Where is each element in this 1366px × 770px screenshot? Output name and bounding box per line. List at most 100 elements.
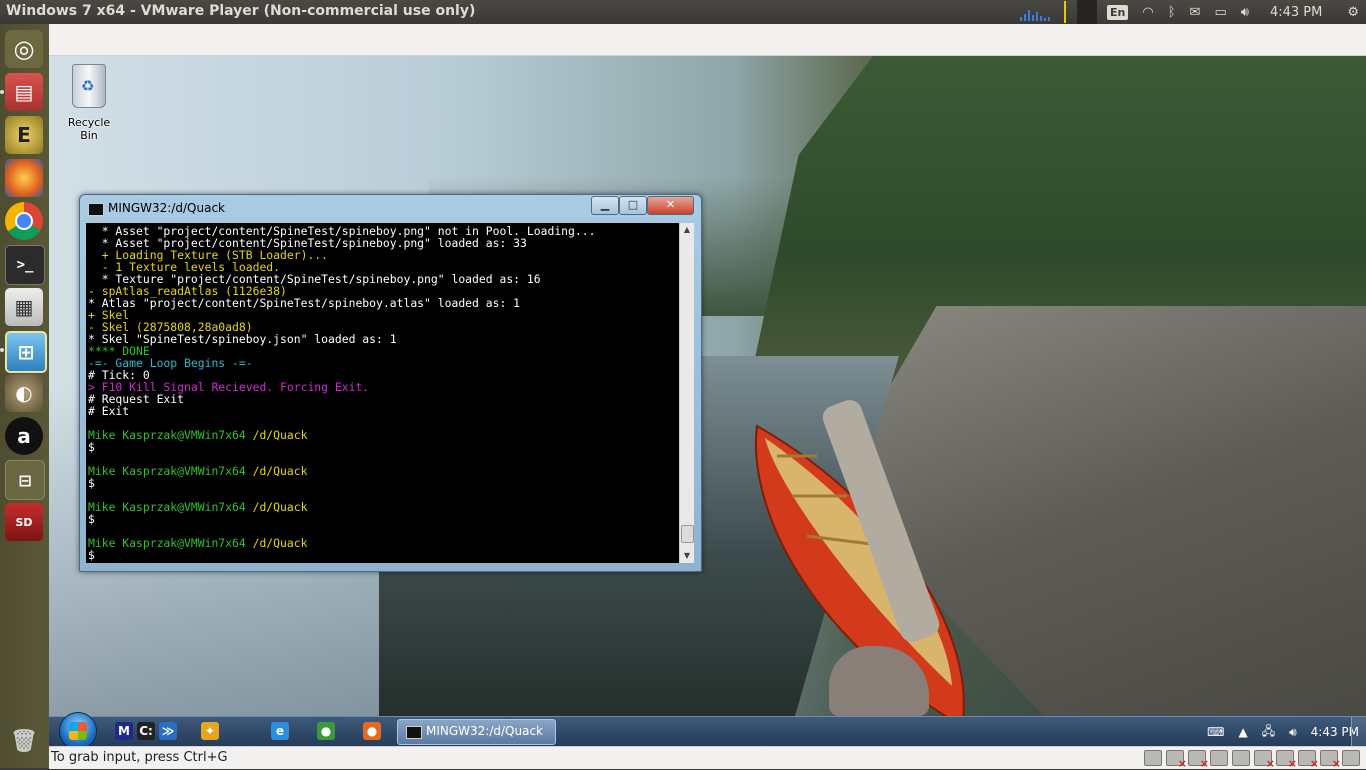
indicator-area: En ◠ ᛒ ✉ ▭ 🔊︎ 4:43 PM ⚙ [1016, 0, 1366, 24]
recycle-bin-label: Recycle Bin [67, 116, 111, 142]
device-icons [1140, 750, 1360, 770]
terminal-window[interactable]: MINGW32:/d/Quack ▁ □ ✕ * Asset "project/… [79, 194, 702, 572]
network-adapter-icon[interactable] [1232, 750, 1250, 766]
chrome-icon [15, 212, 33, 230]
terminal-line: Mike Kasprzak@VMWin7x64 /d/Quack [88, 501, 679, 513]
close-icon: ✕ [665, 198, 676, 211]
launcher-chrome[interactable] [5, 202, 43, 240]
running-pip [0, 348, 4, 352]
grab-input-hint: To grab input, press Ctrl+G [51, 750, 228, 765]
mail-e-icon: E [17, 123, 31, 147]
terminal-line: Mike Kasprzak@VMWin7x64 /d/Quack [88, 537, 679, 549]
terminal-line: $ [88, 548, 95, 562]
terminal-lines: * Asset "project/content/SpineTest/spine… [86, 223, 679, 561]
power-gear-icon[interactable]: ⚙ [1347, 5, 1359, 20]
usb-device-icon[interactable] [1298, 750, 1319, 770]
terminal-icon: >_ [16, 257, 34, 273]
launcher-workspaces[interactable]: ⊟ [5, 460, 45, 500]
network-icon[interactable]: 🖧 [1262, 722, 1275, 743]
launcher-terminal[interactable]: >_ [5, 245, 45, 285]
launcher-files[interactable]: ▤ [5, 73, 43, 111]
top-panel: Windows 7 x64 - VMware Player (Non-comme… [0, 0, 1366, 24]
mail-icon[interactable]: ✉ [1190, 5, 1201, 20]
window-title: Windows 7 x64 - VMware Player (Non-comme… [6, 3, 476, 19]
usb-device-icon[interactable] [1320, 750, 1341, 770]
scroll-up-icon[interactable]: ▲ [680, 223, 694, 237]
terminal-scrollbar[interactable]: ▲ ▼ [679, 223, 694, 563]
usb-device-icon[interactable] [1276, 750, 1297, 770]
settings-icon[interactable]: ✦ [201, 722, 219, 740]
launcher-sd-card[interactable]: SD [5, 503, 43, 541]
bluetooth-icon[interactable]: ᛒ [1168, 5, 1176, 20]
minimize-button[interactable]: ▁ [591, 196, 619, 215]
terminal-line: Mike Kasprzak@VMWin7x64 /d/Quack [88, 465, 679, 477]
system-tray: ⌨ ▲ 🖧 🔊︎ 4:43 PM [1200, 717, 1366, 747]
launcher-audacity[interactable]: a [5, 417, 43, 455]
prompt-path: /d/Quack [252, 536, 308, 550]
hard-disk-icon[interactable] [1144, 750, 1162, 766]
terminal-line: # Request Exit [88, 392, 185, 406]
terminal-line: $ [88, 476, 95, 490]
mingw-m-icon[interactable]: M [115, 722, 133, 740]
dash-home-button[interactable]: ◎ [5, 30, 43, 68]
recycle-bin-shortcut[interactable]: Recycle Bin [59, 64, 119, 142]
terminal-title: MINGW32:/d/Quack [108, 201, 225, 215]
terminal-line: * Skel "SpineTest/spineboy.json" loaded … [88, 332, 397, 346]
launcher: ◎ ▤ E >_ ▦ ⊞ ◐ a ⊟ SD 🗑︎ [0, 24, 50, 768]
terminal-line: Mike Kasprzak@VMWin7x64 /d/Quack [88, 429, 679, 441]
chrome-icon[interactable]: ● [317, 722, 335, 740]
launcher-vmware[interactable]: ⊞ [5, 331, 47, 373]
floppy-icon[interactable] [1188, 750, 1209, 770]
powershell-icon[interactable]: ≫ [159, 722, 177, 740]
trash-icon: 🗑︎ [10, 728, 38, 754]
windows-taskbar: M C: ≫ ✦ e ● ● MINGW32:/d/Quack ⌨ ▲ 🖧 🔊︎ 4:43 … [49, 712, 1366, 750]
scroll-thumb[interactable] [681, 525, 694, 543]
taskbar-item-terminal[interactable]: MINGW32:/d/Quack [397, 719, 556, 745]
terminal-line: -=- Game Loop Begins -=- [88, 356, 253, 370]
running-pip [0, 90, 4, 94]
launcher-mail[interactable]: E [5, 116, 43, 154]
vmware-window-frame [49, 24, 1366, 56]
system-load-graph[interactable] [1016, 3, 1056, 21]
keyboard-layout-indicator[interactable]: En [1107, 4, 1129, 20]
prompt-user-host: Mike Kasprzak@VMWin7x64 [88, 500, 253, 514]
recycle-bin-icon [72, 64, 106, 108]
internet-explorer-icon[interactable]: e [271, 722, 289, 740]
gimp-icon: ◐ [15, 381, 33, 405]
volume-icon[interactable]: 🔊︎ [1289, 725, 1297, 740]
launcher-trash[interactable]: 🗑︎ [5, 722, 43, 760]
file-cabinet-icon: ▤ [14, 80, 34, 104]
printer-icon[interactable] [1210, 750, 1228, 766]
maximize-icon: □ [627, 198, 639, 211]
audacity-icon: a [17, 424, 31, 448]
start-button[interactable] [59, 712, 97, 750]
tray-expand-icon[interactable]: ▲ [1238, 725, 1247, 739]
terminal-window-icon[interactable] [88, 203, 104, 216]
firefox-icon[interactable]: ● [363, 722, 381, 740]
indicator-box [1077, 0, 1098, 24]
sd-card-icon: SD [15, 515, 33, 529]
wifi-icon[interactable]: ◠ [1142, 5, 1153, 20]
launcher-calculator[interactable]: ▦ [5, 288, 43, 326]
launcher-gimp[interactable]: ◐ [5, 374, 43, 412]
battery-icon[interactable]: ▭ [1214, 5, 1226, 20]
terminal-line: $ [88, 512, 95, 526]
keyboard-icon[interactable]: ⌨ [1207, 725, 1224, 739]
prompt-path: /d/Quack [252, 500, 308, 514]
prompt-user-host: Mike Kasprzak@VMWin7x64 [88, 464, 253, 478]
vmware-status-bar: To grab input, press Ctrl+G [49, 746, 1366, 770]
usb-device-icon[interactable] [1254, 750, 1275, 770]
calculator-icon: ▦ [14, 295, 34, 319]
minimize-icon: ▁ [600, 198, 610, 211]
cmd-icon[interactable]: C: [137, 722, 155, 740]
maximize-button[interactable]: □ [619, 196, 647, 215]
show-desktop-button[interactable] [1351, 717, 1366, 747]
close-button[interactable]: ✕ [647, 196, 694, 215]
scroll-down-icon[interactable]: ▼ [680, 549, 694, 563]
volume-icon[interactable]: 🔊︎ [1241, 5, 1249, 20]
sound-card-icon[interactable] [1342, 750, 1360, 766]
terminal-output[interactable]: * Asset "project/content/SpineTest/spine… [86, 223, 679, 563]
cd-drive-icon[interactable] [1166, 750, 1187, 770]
launcher-firefox[interactable] [5, 159, 43, 197]
top-clock[interactable]: 4:43 PM [1270, 5, 1322, 20]
